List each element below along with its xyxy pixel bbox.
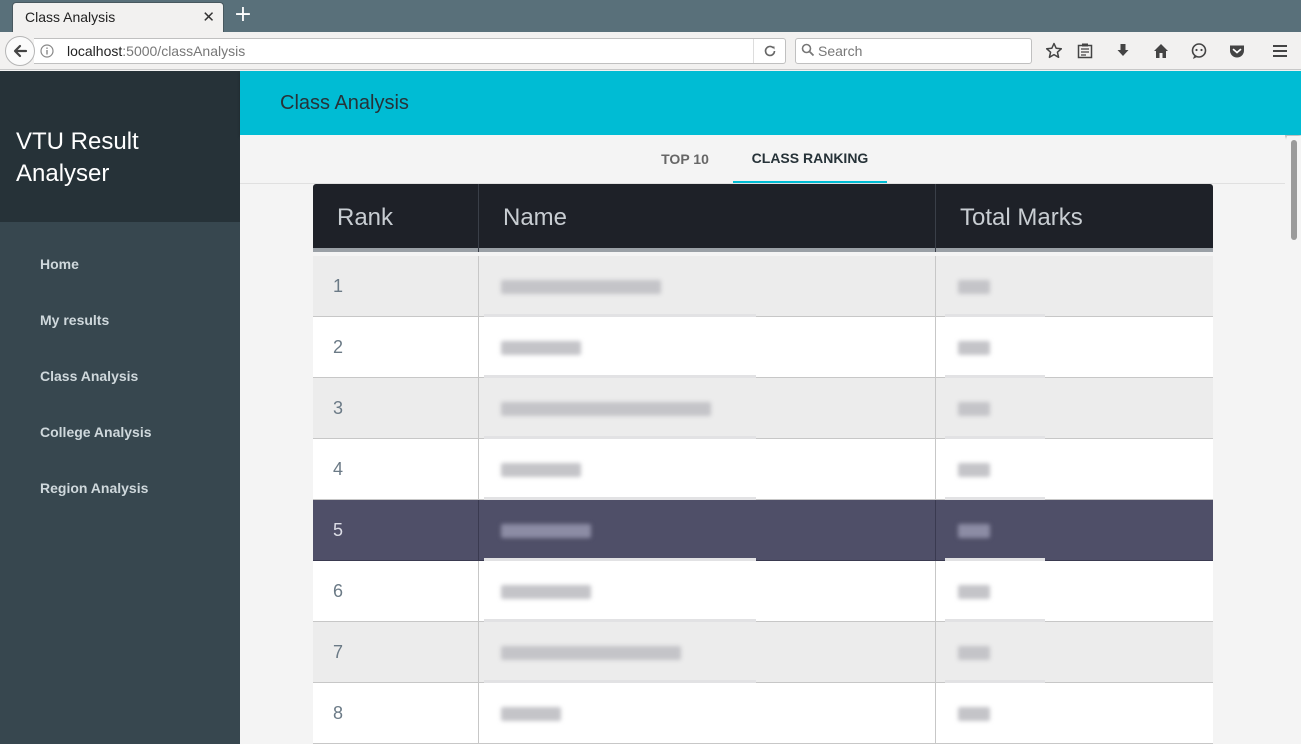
redacted-marks <box>958 402 990 416</box>
page-title: Class Analysis <box>280 92 409 114</box>
bookmark-star-icon[interactable] <box>1044 41 1064 61</box>
table-row[interactable]: 3 <box>313 378 1213 441</box>
rank-cell: 5 <box>333 520 344 540</box>
back-arrow-icon[interactable] <box>5 36 35 66</box>
table-body: 1 2 3 4 5 6 7 8 <box>313 256 1213 744</box>
rank-cell: 2 <box>333 337 344 357</box>
pocket-icon[interactable] <box>1227 41 1247 61</box>
brand-title: VTU Result Analyser <box>16 128 139 187</box>
rank-cell: 4 <box>333 459 344 479</box>
rank-cell: 7 <box>333 642 344 662</box>
sidebar-item-home[interactable]: Home <box>0 238 240 294</box>
table-header: Rank Name Total Marks <box>313 184 1213 252</box>
redacted-marks <box>958 585 990 599</box>
table-row[interactable]: 8 <box>313 683 1213 744</box>
menu-icon[interactable] <box>1270 41 1290 61</box>
chat-icon[interactable] <box>1189 41 1209 61</box>
sidebar-item-label: Region Analysis <box>40 480 149 496</box>
redacted-name <box>501 707 561 721</box>
browser-tab-title: Class Analysis <box>25 9 116 25</box>
total-marks-cell <box>935 256 1213 319</box>
url-host: localhost <box>67 43 123 59</box>
scrollbar-thumb[interactable] <box>1291 140 1297 240</box>
url-bar[interactable]: localhost:5000/classAnalysis <box>34 38 786 64</box>
redacted-marks <box>958 707 990 721</box>
search-field[interactable] <box>795 38 1032 64</box>
table-row[interactable]: 5 <box>313 500 1213 563</box>
page-header: Class Analysis <box>240 71 1301 135</box>
redacted-name <box>501 646 681 660</box>
rank-cell: 3 <box>333 398 344 418</box>
url-path: :5000/classAnalysis <box>122 43 246 59</box>
redacted-marks <box>958 280 990 294</box>
name-cell <box>478 683 935 743</box>
table-row[interactable]: 6 <box>313 561 1213 624</box>
sidebar-item-my-results[interactable]: My results <box>0 294 240 350</box>
browser-tab[interactable]: Class Analysis ✕ <box>12 2 224 32</box>
ranking-table: Rank Name Total Marks 1 2 3 4 5 6 7 8 <box>313 184 1213 744</box>
info-icon[interactable] <box>40 44 54 58</box>
sidebar-item-label: My results <box>40 312 110 328</box>
rank-cell: 8 <box>333 703 344 723</box>
name-cell <box>478 378 935 441</box>
total-marks-cell <box>935 561 1213 624</box>
redacted-name <box>501 341 581 355</box>
content-tabs: TOP 10 CLASS RANKING <box>240 135 1285 184</box>
search-icon <box>801 43 815 57</box>
total-marks-cell <box>935 500 1213 563</box>
name-cell <box>478 256 935 319</box>
redacted-name <box>501 280 661 294</box>
name-cell <box>478 622 935 685</box>
name-cell <box>478 561 935 624</box>
brand-block: VTU Result Analyser <box>0 71 240 222</box>
column-header-name[interactable]: Name <box>478 184 935 252</box>
sidebar-item-region-analysis[interactable]: Region Analysis <box>0 462 240 518</box>
total-marks-cell <box>935 622 1213 685</box>
total-marks-cell <box>935 317 1213 380</box>
search-input[interactable] <box>818 41 1018 61</box>
rank-cell: 6 <box>333 581 344 601</box>
browser-tab-bar: Class Analysis ✕ + <box>0 0 1301 32</box>
url-text: localhost:5000/classAnalysis <box>67 43 245 59</box>
sidebar-item-class-analysis[interactable]: Class Analysis <box>0 350 240 406</box>
column-header-rank[interactable]: Rank <box>313 184 478 252</box>
close-tab-icon[interactable]: ✕ <box>202 8 215 26</box>
name-cell <box>478 439 935 502</box>
sidebar-item-label: Class Analysis <box>40 368 139 384</box>
sidebar-item-college-analysis[interactable]: College Analysis <box>0 406 240 462</box>
name-cell <box>478 500 935 563</box>
home-icon[interactable] <box>1151 41 1171 61</box>
redacted-marks <box>958 463 990 477</box>
table-row[interactable]: 4 <box>313 439 1213 502</box>
redacted-name <box>501 402 711 416</box>
page-scrollbar[interactable] <box>1287 136 1301 744</box>
sidebar: VTU Result Analyser Home My results Clas… <box>0 71 240 744</box>
total-marks-cell <box>935 683 1213 743</box>
table-row[interactable]: 7 <box>313 622 1213 685</box>
total-marks-cell <box>935 439 1213 502</box>
sidebar-item-label: College Analysis <box>40 424 152 440</box>
redacted-marks <box>958 341 990 355</box>
redacted-name <box>501 585 591 599</box>
reload-icon[interactable] <box>753 39 785 63</box>
table-row[interactable]: 2 <box>313 317 1213 380</box>
reading-list-icon[interactable] <box>1075 41 1095 61</box>
table-row[interactable]: 1 <box>313 256 1213 319</box>
column-header-total-marks[interactable]: Total Marks <box>935 184 1213 252</box>
browser-nav-bar: localhost:5000/classAnalysis <box>0 32 1301 70</box>
rank-cell: 1 <box>333 276 344 296</box>
download-icon[interactable] <box>1113 41 1133 61</box>
redacted-marks <box>958 646 990 660</box>
sidebar-item-label: Home <box>40 256 79 272</box>
tab-class-ranking[interactable]: CLASS RANKING <box>733 135 887 183</box>
new-tab-icon[interactable]: + <box>232 3 254 27</box>
redacted-name <box>501 524 591 538</box>
redacted-marks <box>958 524 990 538</box>
tab-top-10[interactable]: TOP 10 <box>640 135 730 183</box>
name-cell <box>478 317 935 380</box>
redacted-name <box>501 463 581 477</box>
total-marks-cell <box>935 378 1213 441</box>
